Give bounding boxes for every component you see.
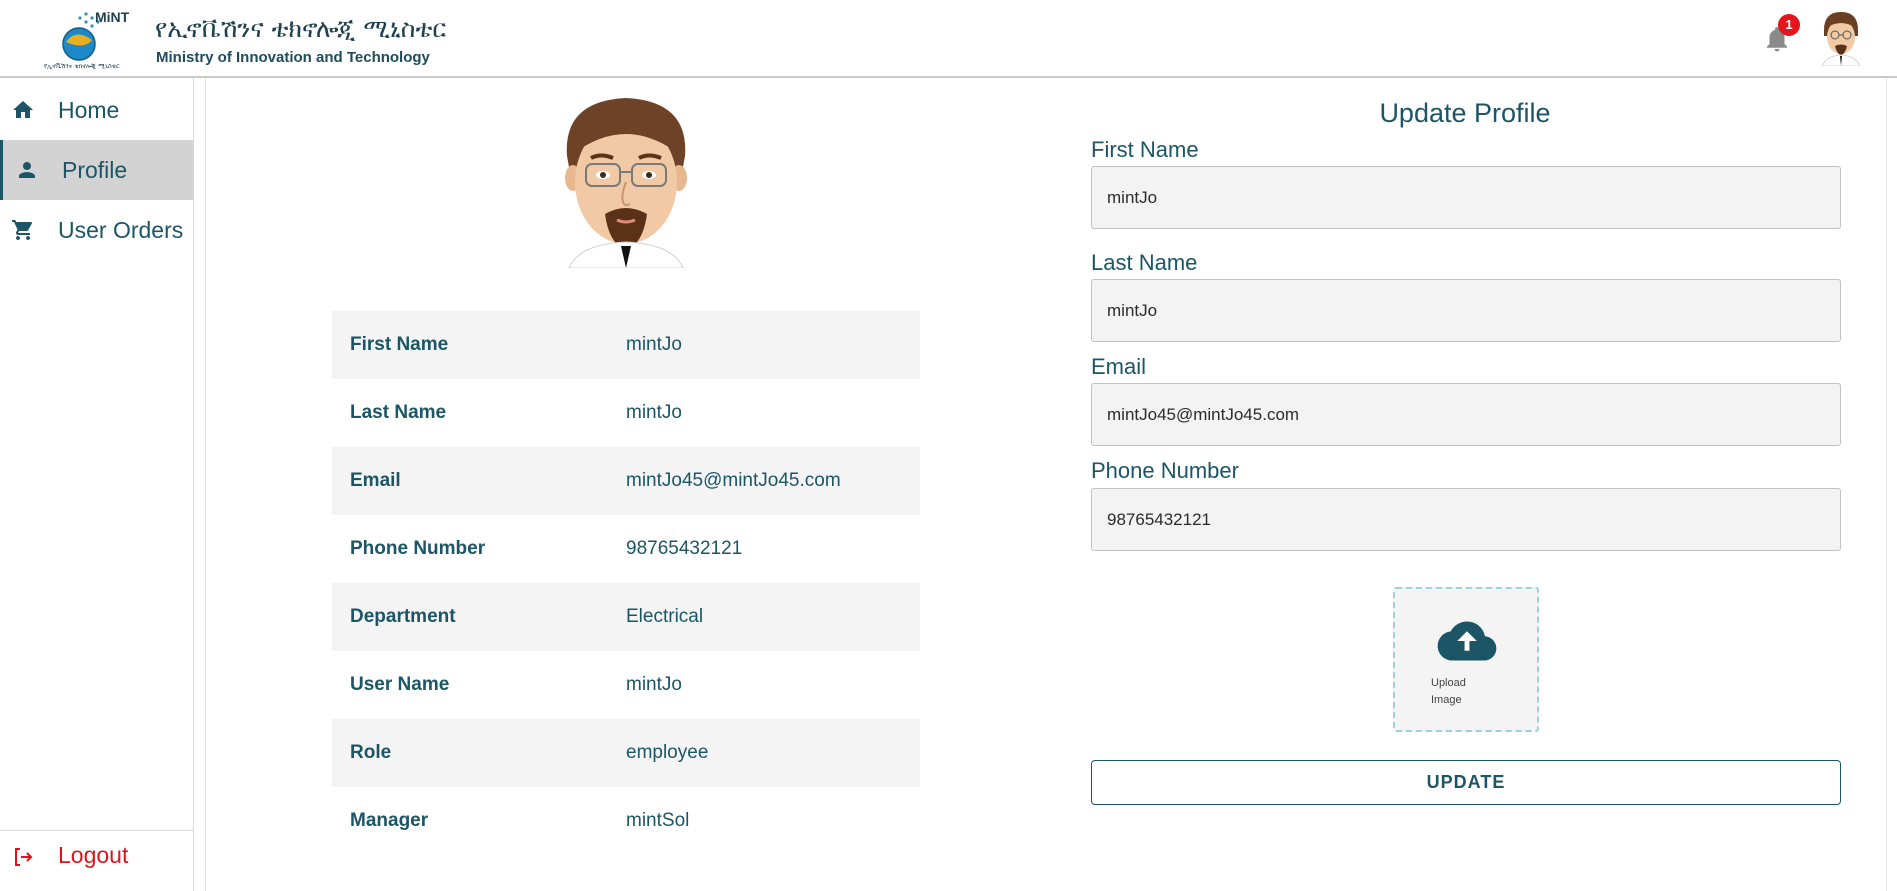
row-value: mintJo45@mintJo45.com [626, 470, 841, 491]
logout-button[interactable]: Logout [0, 832, 193, 882]
profile-picture [565, 98, 687, 268]
update-button[interactable]: UPDATE [1091, 760, 1841, 805]
last-name-input[interactable] [1091, 279, 1841, 342]
row-key: User Name [350, 674, 450, 695]
upload-image-button[interactable]: Upload Image [1393, 587, 1539, 732]
row-key: First Name [350, 334, 449, 355]
ministry-logo[interactable]: MiNT የኢኖቬሽንና ቴክኖሎጂ ሚኒስቴር [42, 6, 144, 72]
sidebar: Home Profile User Orders Logout [0, 78, 194, 891]
sidebar-item-home[interactable]: Home [0, 80, 193, 140]
table-row: Manager mintSol [332, 787, 920, 855]
row-key: Department [350, 606, 456, 627]
row-value: mintJo [626, 402, 682, 423]
svg-text:የኢኖቬሽንና ቴክኖሎጂ ሚኒስቴር: የኢኖቬሽንና ቴክኖሎጂ ሚኒስቴር [44, 62, 120, 70]
home-icon [13, 101, 33, 118]
row-key: Last Name [350, 402, 447, 423]
table-row: Role employee [332, 719, 920, 787]
logout-icon [15, 848, 33, 866]
sidebar-item-user-orders[interactable]: User Orders [0, 200, 193, 260]
app-header: MiNT የኢኖቬሽንና ቴክኖሎጂ ሚኒስቴር የኢኖቬሽንና ቴክኖሎጂ ሚ… [0, 0, 1897, 78]
content-divider [205, 78, 206, 891]
row-value: mintJo [626, 674, 682, 695]
sidebar-item-label: Home [58, 96, 120, 123]
row-value: mintSol [626, 810, 690, 831]
row-value: 98765432121 [626, 538, 743, 559]
row-key: Phone Number [350, 538, 486, 559]
first-name-label: First Name [1091, 137, 1199, 162]
row-key: Email [350, 470, 401, 491]
last-name-label: Last Name [1091, 250, 1198, 275]
email-label: Email [1091, 354, 1147, 379]
table-row: Phone Number 98765432121 [332, 515, 920, 583]
table-row: User Name mintJo [332, 651, 920, 719]
cloud-upload-icon [1437, 621, 1497, 661]
phone-number-input[interactable] [1091, 488, 1841, 551]
svg-text:MiNT: MiNT [95, 9, 130, 25]
org-name-amharic: የኢኖቬሽንና ቴክኖሎጂ ሚኒስቴር [155, 14, 447, 43]
sidebar-item-profile[interactable]: Profile [0, 140, 193, 200]
row-key: Role [350, 742, 392, 763]
notification-badge: 1 [1778, 14, 1800, 36]
phone-number-label: Phone Number [1091, 458, 1239, 483]
user-avatar[interactable] [1816, 10, 1866, 66]
upload-label-line2: Image [1431, 694, 1462, 706]
person-icon [19, 162, 35, 178]
cart-icon [12, 220, 33, 240]
table-row: Department Electrical [332, 583, 920, 651]
email-input[interactable] [1091, 383, 1841, 446]
logout-label: Logout [58, 842, 129, 868]
update-profile-title: Update Profile [1379, 98, 1551, 128]
sidebar-item-label: User Orders [58, 216, 184, 243]
row-value: employee [626, 742, 709, 763]
upload-label-line1: Upload [1431, 677, 1466, 689]
sidebar-item-label: Profile [62, 156, 128, 183]
table-row: Last Name mintJo [332, 379, 920, 447]
scrollbar-track[interactable] [1886, 78, 1887, 891]
profile-info-table: First Name mintJo Last Name mintJo Email… [332, 311, 920, 855]
table-row: First Name mintJo [332, 311, 920, 379]
row-key: Manager [350, 810, 429, 831]
org-name-english: Ministry of Innovation and Technology [156, 49, 430, 66]
row-value: mintJo [626, 334, 682, 355]
first-name-input[interactable] [1091, 166, 1841, 229]
table-row: Email mintJo45@mintJo45.com [332, 447, 920, 515]
row-value: Electrical [626, 606, 704, 627]
sidebar-divider [0, 830, 193, 831]
